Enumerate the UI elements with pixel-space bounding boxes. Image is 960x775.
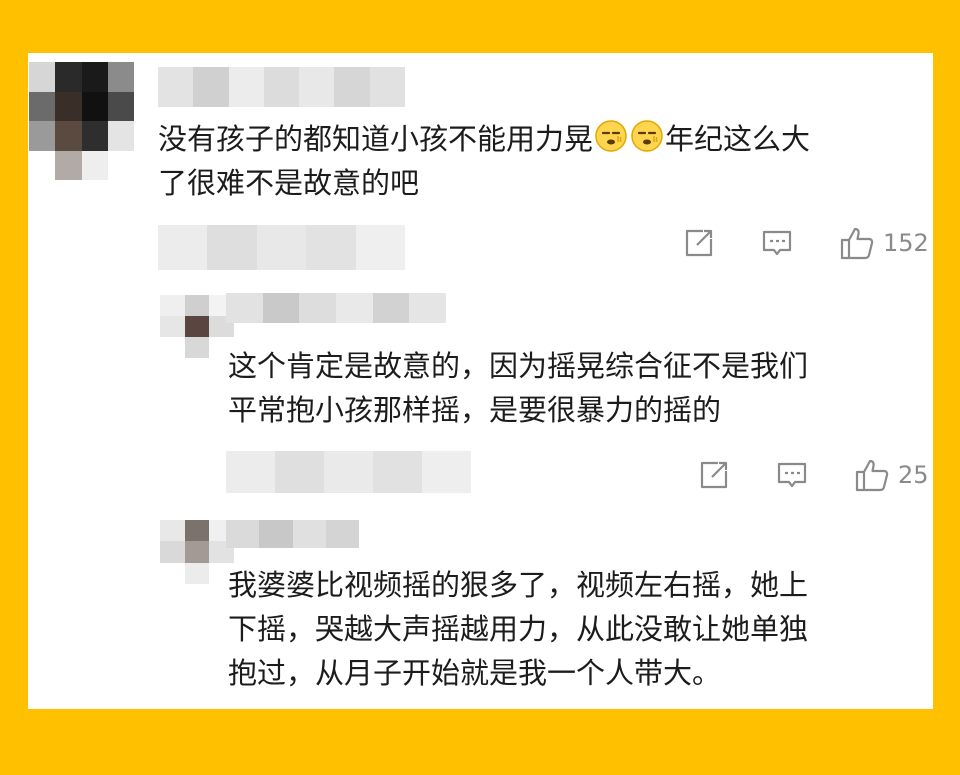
comment-icon xyxy=(777,462,807,488)
thumbs-up-icon xyxy=(840,227,874,260)
reply-text: 这个肯定是故意的，因为摇晃综合征不是我们 平常抱小孩那样摇，是要很暴力的摇的 xyxy=(228,349,809,427)
username-blurred[interactable] xyxy=(158,67,405,107)
share-button[interactable] xyxy=(683,227,715,259)
reply-text: 我婆婆比视频摇的狠多了，视频左右摇，她上 下摇，哭越大声摇越用力，从此没敢让她单… xyxy=(228,568,809,690)
comment-actions: 152 xyxy=(683,225,929,261)
share-icon xyxy=(700,461,728,489)
face-emoji xyxy=(595,120,627,152)
face-emoji xyxy=(631,120,663,152)
like-count: 152 xyxy=(883,229,929,257)
share-icon xyxy=(685,229,713,257)
avatar[interactable] xyxy=(29,62,134,180)
reply-button[interactable] xyxy=(776,459,808,491)
reply-button[interactable] xyxy=(761,227,793,259)
like-button[interactable]: 152 xyxy=(839,225,929,261)
timestamp-blurred xyxy=(226,451,471,493)
avatar[interactable] xyxy=(160,520,234,584)
thumbs-up-icon xyxy=(855,459,889,492)
avatar[interactable] xyxy=(160,295,234,358)
comment-icon xyxy=(762,230,792,256)
reply-actions: 25 xyxy=(698,457,929,493)
timestamp-blurred xyxy=(158,225,406,270)
share-button[interactable] xyxy=(698,459,730,491)
like-button[interactable]: 25 xyxy=(854,457,929,493)
username-blurred[interactable] xyxy=(226,293,447,323)
like-count: 25 xyxy=(898,461,929,489)
comment-text: 没有孩子的都知道小孩不能用力晃 年纪这么大 了很难不是故意的吧 xyxy=(158,117,928,205)
comment-thread-card: 没有孩子的都知道小孩不能用力晃 年纪这么大 了很难不是故意的吧 152 这个肯定是… xyxy=(28,53,933,709)
username-blurred[interactable] xyxy=(226,520,359,548)
